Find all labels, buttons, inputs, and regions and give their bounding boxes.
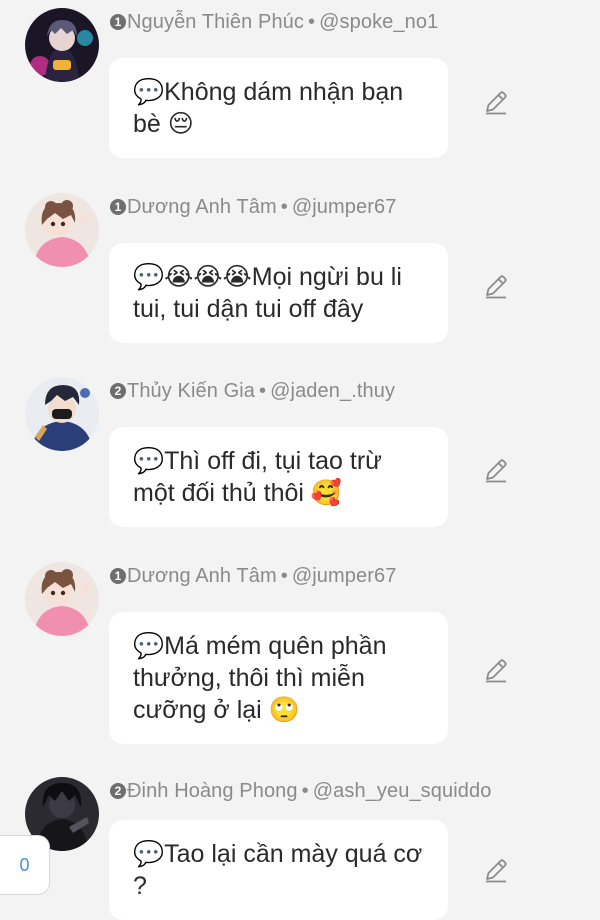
dark-neon-anime-avatar-icon: [25, 8, 99, 82]
author-name[interactable]: Nguyễn Thiên Phúc: [127, 11, 304, 33]
author-name[interactable]: Thủy Kiến Gia: [127, 380, 255, 402]
separator: •: [301, 780, 309, 802]
author-name[interactable]: Đinh Hoàng Phong: [127, 780, 298, 802]
level-badge: 1: [110, 199, 126, 215]
edit-button[interactable]: [482, 856, 510, 884]
comment-author-line: 2 Đinh Hoàng Phong • @ash_yeu_squiddo: [110, 780, 491, 803]
comment-bubble: 💬Thì off đi, tụi tao trừ một đối thủ thô…: [109, 427, 448, 527]
masked-boy-avatar-icon: [25, 377, 99, 451]
separator: •: [280, 196, 288, 218]
level-badge: 1: [110, 568, 126, 584]
pencil-icon: [486, 91, 507, 115]
author-handle[interactable]: @jumper67: [292, 196, 397, 218]
author-handle[interactable]: @jaden_.thuy: [270, 380, 395, 402]
pencil-icon: [486, 459, 507, 483]
pencil-icon: [486, 275, 507, 299]
pink-anime-girl-avatar-icon: [25, 562, 99, 636]
separator: •: [280, 565, 288, 587]
comment-author-line: 1 Nguyễn Thiên Phúc • @spoke_no1: [110, 11, 438, 34]
pencil-icon: [486, 859, 507, 883]
avatar[interactable]: [25, 562, 99, 636]
comment-bubble: 💬Không dám nhận bạn bè 😔: [109, 58, 448, 158]
edit-button[interactable]: [482, 88, 510, 116]
pink-anime-girl-avatar-icon: [25, 193, 99, 267]
comment-author-line: 2 Thủy Kiến Gia • @jaden_.thuy: [110, 380, 395, 403]
comment-bubble: 💬😭😭😭Mọi ngừi bu li tui, tui dận tui off …: [109, 243, 448, 343]
level-badge: 2: [110, 783, 126, 799]
separator: •: [259, 380, 267, 402]
comment-bubble: 💬Tao lại cần mày quá cơ ?: [109, 820, 448, 920]
avatar[interactable]: [25, 8, 99, 82]
author-name[interactable]: Dương Anh Tâm: [127, 565, 277, 587]
author-handle[interactable]: @spoke_no1: [319, 11, 438, 33]
comment-author-line: 1 Dương Anh Tâm • @jumper67: [110, 565, 396, 588]
avatar[interactable]: [25, 377, 99, 451]
comment-thread: 1 Nguyễn Thiên Phúc • @spoke_no1 💬Không dám…: [0, 0, 600, 920]
author-name[interactable]: Dương Anh Tâm: [127, 196, 277, 218]
floating-counter[interactable]: 0: [0, 835, 50, 895]
author-handle[interactable]: @ash_yeu_squiddo: [313, 780, 492, 802]
edit-button[interactable]: [482, 272, 510, 300]
pencil-icon: [486, 659, 507, 683]
edit-button[interactable]: [482, 456, 510, 484]
comment-bubble: 💬Má mém quên phần thưởng, thôi thì miễn …: [109, 612, 448, 744]
edit-button[interactable]: [482, 656, 510, 684]
avatar[interactable]: [25, 193, 99, 267]
level-badge: 1: [110, 14, 126, 30]
separator: •: [308, 11, 316, 33]
author-handle[interactable]: @jumper67: [292, 565, 397, 587]
level-badge: 2: [110, 383, 126, 399]
comment-author-line: 1 Dương Anh Tâm • @jumper67: [110, 196, 396, 219]
